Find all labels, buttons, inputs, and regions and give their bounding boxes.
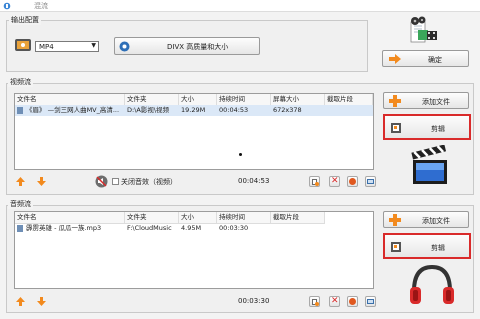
confirm-label: 确定: [428, 56, 442, 64]
audio-row-folder: F:\CloudMusic: [127, 224, 172, 232]
audio-edit-button[interactable]: 剪辑: [383, 233, 471, 259]
video-edit-label: 剪辑: [431, 125, 445, 133]
add-small-button[interactable]: [309, 176, 320, 187]
confirm-arrow-icon: [389, 54, 401, 64]
format-select-value: MP4: [39, 43, 54, 51]
video-add-file-button[interactable]: 添加文件: [383, 92, 469, 109]
plus-icon: [389, 214, 401, 226]
headphones-icon: [410, 264, 454, 304]
move-up-icon[interactable]: [16, 177, 25, 186]
video-row-screensize: 672x378: [273, 106, 302, 114]
video-stream-label: 视频流: [8, 77, 33, 87]
remove-small-button[interactable]: ✕: [329, 176, 340, 187]
settings-small-icon: [367, 179, 374, 184]
video-table[interactable]: 文件名 文件夹 大小 持续时间 屏幕大小 截取片段 《眉》 —剑三网人曲MV_高…: [14, 93, 374, 170]
audio-row-filename: 霹雳英雄 - 瓜瓜一族.mp3: [26, 224, 102, 232]
video-row-size: 19.29M: [181, 106, 206, 114]
remove-small-button[interactable]: ✕: [329, 296, 340, 307]
scissors-clip-icon: [391, 242, 401, 252]
video-row-filename: 《眉》 —剑三网人曲MV_高清...: [26, 106, 120, 114]
table-row[interactable]: 《眉》 —剑三网人曲MV_高清... D:\A影视\视频 19.29M 00:0…: [15, 105, 373, 116]
video-edit-button[interactable]: 剪辑: [383, 114, 471, 140]
table-dot: [239, 153, 242, 156]
video-total-duration: 00:04:53: [238, 177, 270, 185]
clapperboard-icon: [411, 145, 447, 184]
format-device-icon: [15, 39, 31, 51]
audio-add-file-label: 添加文件: [422, 217, 450, 225]
mute-icon: [95, 175, 108, 188]
move-down-icon[interactable]: [37, 177, 46, 186]
format-select[interactable]: MP4 ▼: [35, 41, 99, 52]
settings-small-button[interactable]: [365, 176, 376, 187]
remove-small-icon: ✕: [331, 176, 339, 186]
audio-row-size: 4.95M: [181, 224, 202, 232]
video-file-icon: [17, 107, 23, 114]
video-add-file-label: 添加文件: [422, 98, 450, 106]
move-up-icon[interactable]: [16, 297, 25, 306]
output-config-label: 输出配置: [9, 15, 41, 25]
settings-small-icon: [367, 299, 374, 304]
quality-gear-icon: [119, 41, 130, 52]
audio-row-duration: 00:03:30: [219, 224, 249, 232]
quality-value: DIVX 高质量和大小: [167, 43, 229, 51]
add-small-button[interactable]: [309, 296, 320, 307]
table-row[interactable]: 霹雳英雄 - 瓜瓜一族.mp3 F:\CloudMusic 4.95M 00:0…: [15, 223, 373, 234]
play-small-icon: [349, 298, 356, 305]
audio-total-duration: 00:03:30: [238, 297, 270, 305]
audio-stream-label: 音频流: [8, 199, 33, 209]
video-row-duration: 00:04:53: [219, 106, 249, 114]
film-strip-icon: [410, 16, 437, 43]
mute-checkbox[interactable]: [112, 178, 119, 185]
video-row-folder: D:\A影视\视频: [127, 106, 170, 114]
play-small-icon: [349, 178, 356, 185]
confirm-button[interactable]: 确定: [382, 50, 469, 67]
quality-button[interactable]: DIVX 高质量和大小: [114, 37, 260, 55]
play-small-button[interactable]: [347, 296, 358, 307]
window-title: 混流: [34, 2, 48, 10]
title-bar: 混流: [0, 0, 480, 12]
play-small-button[interactable]: [347, 176, 358, 187]
audio-file-icon: [17, 225, 23, 232]
remove-small-icon: ✕: [331, 296, 339, 306]
move-down-icon[interactable]: [37, 297, 46, 306]
scissors-clip-icon: [391, 123, 401, 133]
audio-table[interactable]: 文件名 文件夹 大小 持续时间 截取片段 霹雳英雄 - 瓜瓜一族.mp3 F:\…: [14, 211, 374, 289]
audio-edit-label: 剪辑: [431, 244, 445, 252]
audio-add-file-button[interactable]: 添加文件: [383, 211, 469, 228]
chevron-down-icon: ▼: [91, 42, 96, 49]
app-icon: [3, 2, 11, 10]
settings-small-button[interactable]: [365, 296, 376, 307]
mute-label: 关闭音效（视频）: [121, 178, 177, 186]
plus-icon: [389, 95, 401, 107]
